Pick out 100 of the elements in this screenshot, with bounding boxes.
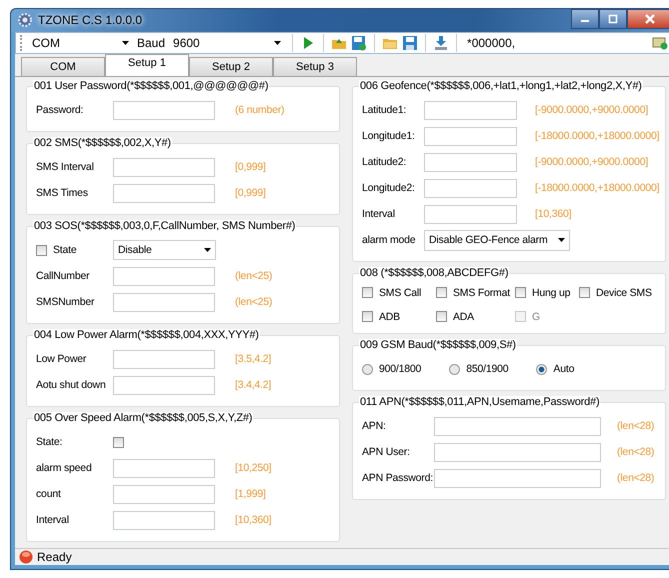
radio-label: Auto [553, 363, 574, 376]
checkbox-label: ADA [453, 310, 474, 323]
checkbox[interactable] [515, 287, 526, 298]
range-hint: [3.4,4.2] [235, 379, 272, 392]
tab[interactable]: COM [21, 56, 105, 76]
checkbox-label: ADB [379, 310, 400, 323]
range-hint: [-18000.0000,+18000.0000] [535, 182, 660, 194]
range-hint: [1,999] [235, 488, 266, 500]
range-hint: [-18000.0000,+18000.0000] [535, 130, 660, 142]
input-field[interactable] [113, 376, 215, 395]
range-hint: (len<28) [617, 420, 654, 432]
group-title: 006 Geofence(*$$$$$$,006,+lat1,+long1,+lat2,+long2,X,Y#) [359, 80, 643, 93]
group-title: 003 SOS(*$$$$$$,003,0,F,CallNumber, SMS Number#) [33, 220, 296, 233]
group-title: 011 APN(*$$$$$$,011,APN,Usemame,Password#) [359, 396, 600, 409]
checkbox[interactable] [436, 287, 447, 298]
checkbox[interactable] [36, 244, 47, 256]
field-label: alarm mode [362, 234, 416, 246]
range-hint: [10,360] [235, 514, 272, 526]
field-label: CallNumber [36, 270, 90, 282]
status-text: Ready [37, 550, 72, 564]
field-label: Latitude2: [362, 156, 408, 168]
field-label: count [36, 488, 62, 500]
tab[interactable]: Setup 2 [189, 56, 273, 76]
checkbox[interactable] [362, 287, 373, 298]
field-label: Longitude1: [362, 130, 416, 142]
range-hint: [0,999] [235, 187, 266, 200]
field-label: Password: [36, 104, 84, 116]
range-hint: (len<28) [617, 446, 654, 458]
input-field[interactable] [434, 442, 601, 462]
input-field[interactable] [424, 126, 517, 146]
input-field[interactable] [434, 416, 601, 436]
close-icon [644, 13, 656, 25]
field-label: APN: [362, 420, 387, 432]
field-label: SMS Interval [36, 161, 95, 174]
checkbox[interactable] [362, 311, 373, 322]
range-hint: [-9000.0000,+9000.0000] [535, 156, 648, 168]
checkbox-label: Hung up [532, 286, 570, 299]
checkbox-label: State [53, 244, 77, 256]
group-title: 002 SMS(*$$$$$$,002,X,Y#) [33, 136, 172, 150]
radio-label: 900/1800 [379, 363, 422, 376]
range-hint: (6 number) [235, 104, 284, 116]
range-hint: (len<25) [235, 270, 272, 282]
range-hint: (len<25) [235, 296, 272, 308]
dropdown-arrow-icon[interactable] [558, 238, 565, 242]
field-label: alarm speed [36, 462, 93, 474]
tab[interactable]: Setup 1 [105, 54, 189, 76]
dropdown-arrow-icon[interactable] [204, 248, 211, 252]
maximize-icon [608, 14, 618, 24]
radio-button[interactable] [449, 364, 460, 375]
dropdown[interactable]: Disable [113, 240, 216, 260]
checkbox-label: SMS Call [379, 286, 422, 299]
field-label: Longitude2: [362, 182, 416, 194]
input-field[interactable] [113, 484, 215, 504]
range-hint: (len<28) [617, 472, 654, 484]
radio-button[interactable] [362, 364, 373, 375]
range-hint: [0,999] [235, 161, 266, 174]
field-label: APN Password: [362, 472, 434, 484]
checkbox[interactable] [436, 311, 447, 322]
input-field[interactable] [424, 152, 517, 172]
input-field[interactable] [424, 204, 517, 224]
radio-button[interactable] [536, 364, 548, 375]
close-button[interactable] [627, 9, 669, 29]
gear-icon [17, 12, 33, 28]
field-label: APN User: [362, 446, 411, 458]
tab[interactable]: Setup 3 [273, 56, 357, 76]
range-hint: [-9000.0000,+9000.0000] [535, 104, 648, 116]
checkbox-label: State: [36, 436, 64, 448]
checkbox[interactable] [579, 287, 590, 298]
input-field[interactable] [424, 100, 517, 120]
input-field[interactable] [113, 158, 215, 177]
minimize-button[interactable] [571, 9, 599, 29]
maximize-button[interactable] [599, 9, 627, 29]
input-field[interactable] [434, 468, 601, 488]
input-field[interactable] [113, 350, 215, 369]
input-field[interactable] [113, 510, 215, 530]
checkbox-label: G [532, 310, 540, 323]
dropdown[interactable]: Disable GEO-Fence alarm [424, 230, 570, 251]
group-title: 005 Over Speed Alarm(*$$$$$$,005,S,X,Y,Z#) [33, 412, 254, 425]
status-light-icon [19, 550, 33, 564]
window-title: TZONE C.S 1.0.0.0 [38, 13, 142, 28]
input-field[interactable] [113, 100, 215, 120]
range-hint: [10,250] [235, 462, 272, 474]
group-title: 008 (*$$$$$$,008,ABCDEFG#) [359, 266, 510, 280]
radio-label: 850/1900 [466, 363, 508, 376]
input-field[interactable] [113, 266, 215, 286]
checkbox-label: Device SMS [596, 286, 652, 299]
input-field[interactable] [113, 292, 215, 312]
input-field[interactable] [113, 458, 215, 478]
group-title: 001 User Password(*$$$$$$,001,@@@@@@#) [33, 80, 270, 93]
range-hint: [3.5,4.2] [235, 353, 272, 366]
field-label: SMSNumber [36, 296, 96, 308]
group-title: 004 Low Power Alarm(*$$$$$$,004,XXX,YYY#) [33, 328, 260, 342]
field-label: Interval [36, 514, 70, 526]
checkbox-label: SMS Format [453, 286, 510, 299]
input-field[interactable] [424, 178, 517, 198]
input-field[interactable] [113, 184, 215, 203]
field-label: Low Power [36, 353, 88, 366]
field-label: Aotu shut down [36, 379, 107, 392]
field-label: SMS Times [36, 187, 89, 200]
checkbox[interactable] [113, 436, 124, 448]
